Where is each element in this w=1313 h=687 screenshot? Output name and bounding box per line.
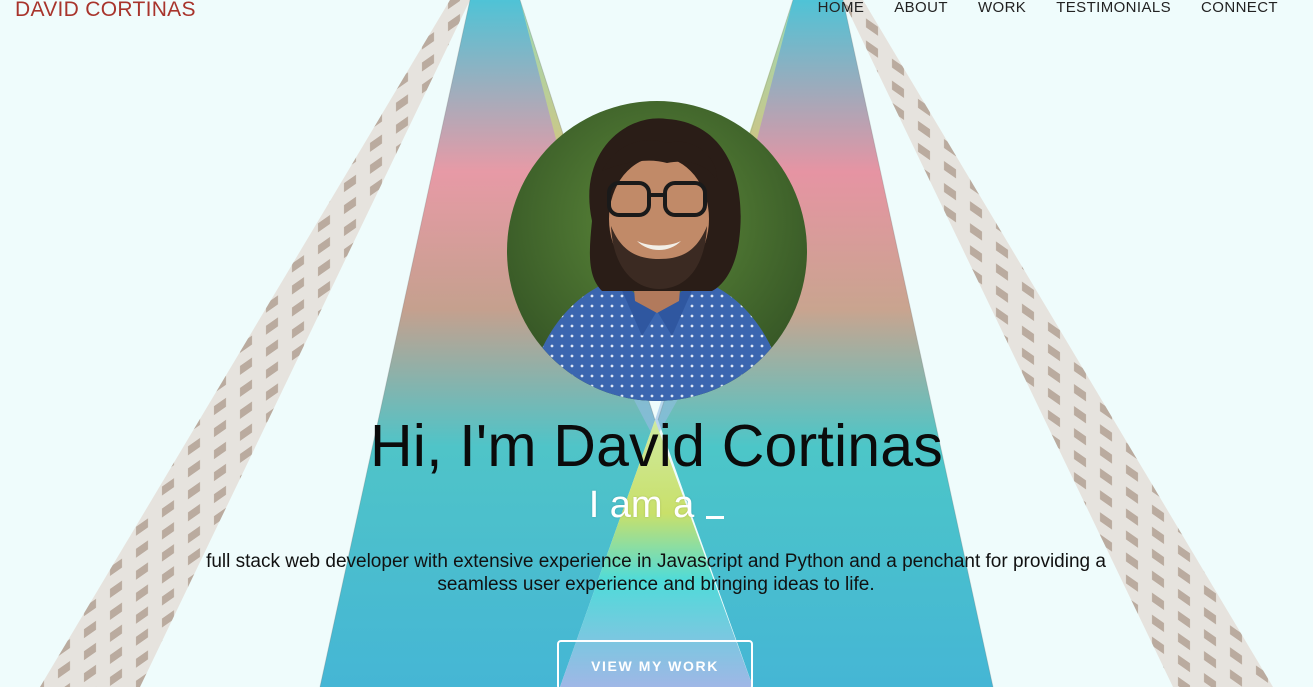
hero-title: Hi, I'm David Cortinas	[369, 413, 944, 479]
nav-work[interactable]: WORK	[963, 0, 1041, 18]
nav-home[interactable]: HOME	[803, 0, 880, 18]
hero-description: full stack web developer with extensive …	[206, 551, 1106, 595]
nav-testimonials[interactable]: TESTIMONIALS	[1041, 0, 1186, 18]
typing-cursor	[706, 516, 725, 519]
hero-subtitle-text: I am a	[588, 484, 695, 526]
hero-subtitle: I am a	[0, 484, 1313, 527]
main-nav: HOME ABOUT WORK TESTIMONIALS CONNECT	[803, 0, 1293, 18]
view-my-work-button[interactable]: VIEW MY WORK	[557, 640, 753, 687]
brand-logo[interactable]: DAVID CORTINAS	[15, 0, 196, 22]
nav-connect[interactable]: CONNECT	[1186, 0, 1293, 18]
nav-about[interactable]: ABOUT	[879, 0, 963, 18]
profile-avatar	[507, 101, 807, 401]
